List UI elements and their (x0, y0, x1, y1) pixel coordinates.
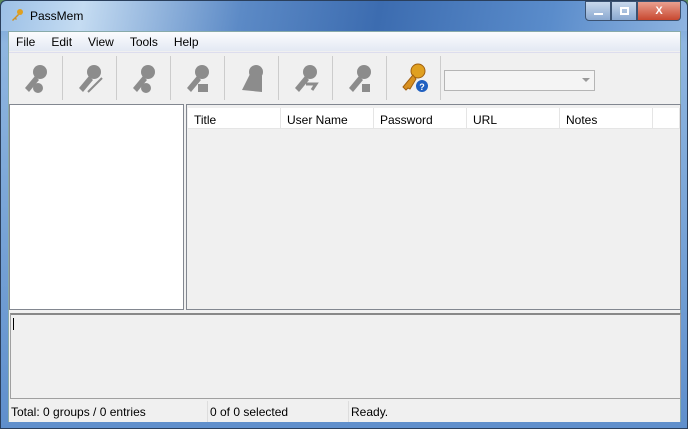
menu-help[interactable]: Help (166, 32, 207, 51)
key-add-entry-icon (186, 65, 209, 92)
edit-group-button[interactable] (63, 56, 117, 100)
status-state: Ready. (351, 405, 389, 419)
column-notes[interactable]: Notes (560, 108, 653, 128)
close-icon: X (655, 5, 663, 17)
minimize-button[interactable] (585, 1, 611, 21)
key-add-icon (24, 65, 47, 93)
maximize-button[interactable] (611, 1, 637, 21)
status-bar: Total: 0 groups / 0 entries 0 of 0 selec… (9, 401, 680, 422)
list-header: Title User Name Password URL Notes (188, 108, 680, 129)
svg-text:?: ? (419, 82, 425, 92)
close-button[interactable]: X (637, 1, 681, 21)
key-lock-icon (348, 65, 371, 92)
help-button[interactable]: ? (387, 56, 441, 100)
title-bar[interactable]: PassMem X (1, 1, 687, 31)
notes-textbox[interactable] (10, 313, 681, 399)
status-total: Total: 0 groups / 0 entries (9, 401, 208, 422)
copy-entry-button[interactable] (279, 56, 333, 100)
maximize-icon (619, 7, 629, 15)
minimize-icon (593, 13, 603, 15)
key-delete-icon (132, 65, 155, 93)
column-password[interactable]: Password (374, 108, 467, 128)
key-arrow-icon (294, 65, 319, 92)
edit-entry-button[interactable] (225, 56, 279, 100)
key-help-icon: ? (401, 63, 428, 92)
lock-entry-button[interactable] (333, 56, 387, 100)
column-url[interactable]: URL (467, 108, 560, 128)
entry-list[interactable]: Title User Name Password URL Notes (186, 104, 681, 310)
search-combo[interactable] (444, 70, 595, 91)
column-filler (653, 108, 680, 128)
window-title: PassMem (30, 9, 84, 23)
client-area: File Edit View Tools Help ? Title User N… (8, 31, 681, 422)
column-title[interactable]: Title (188, 108, 281, 128)
key-edit-icon (78, 65, 103, 93)
add-entry-button[interactable] (171, 56, 225, 100)
delete-group-button[interactable] (117, 56, 171, 100)
key-document-icon (241, 65, 263, 92)
group-tree[interactable] (9, 104, 184, 310)
column-username[interactable]: User Name (281, 108, 374, 128)
text-caret (13, 318, 14, 330)
menu-bar: File Edit View Tools Help (9, 32, 680, 51)
menu-edit[interactable]: Edit (43, 32, 80, 51)
chevron-down-icon[interactable] (582, 78, 590, 82)
toolbar: ? (9, 52, 680, 103)
menu-tools[interactable]: Tools (122, 32, 166, 51)
menu-view[interactable]: View (80, 32, 122, 51)
key-icon (12, 9, 23, 21)
app-window: PassMem X File Edit View Tools Help ? Ti… (0, 0, 688, 429)
status-selected: 0 of 0 selected (208, 401, 349, 422)
menu-file[interactable]: File (9, 32, 43, 51)
add-group-button[interactable] (9, 56, 63, 100)
